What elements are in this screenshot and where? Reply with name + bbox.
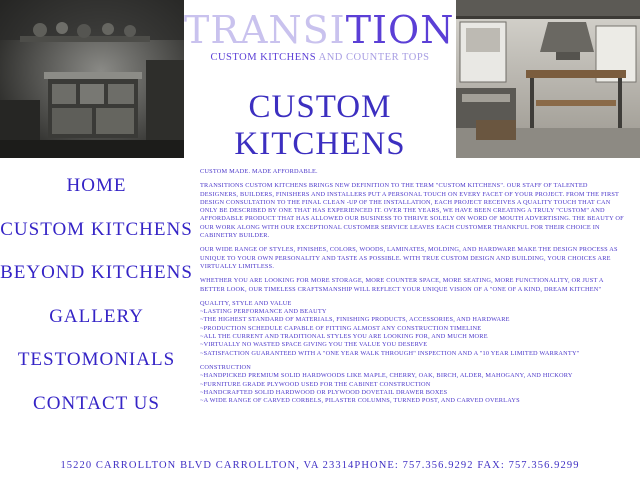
site-logo[interactable]: TRANSITIONS [184, 8, 481, 52]
list-item: ~Handcrafted solid hardwood or plywood d… [200, 388, 448, 396]
footer-contact: 15220 CARROLLTON BLVD CARROLLTON, VA 233… [60, 460, 580, 471]
nav-contact-us[interactable]: CONTACT US [0, 388, 193, 432]
brand-part-1: TRANSI [184, 8, 346, 52]
main-content: Custom Made. Made Affordable. Transition… [200, 168, 624, 411]
nav-testimonials[interactable]: TESTOMONIALS [0, 344, 193, 388]
site-tagline: CUSTOM KITCHENS AND COUNTER TOPS [184, 52, 456, 63]
intro-text: Custom Made. Made Affordable. [200, 168, 318, 175]
paragraph-3: Whether you are looking for more storage… [200, 277, 604, 293]
kitchen-photo-left [0, 0, 184, 158]
list-item: ~Handpicked premium solid hardwoods like… [200, 372, 573, 380]
kitchen-photo-right [456, 0, 640, 158]
list-item: ~Production schedule capable of fitting … [200, 324, 482, 332]
nav-custom-kitchens[interactable]: CUSTOM KITCHENS [0, 214, 193, 258]
nav-gallery[interactable]: GALLERY [0, 301, 193, 345]
main-nav: HOME CUSTOM KITCHENS BEYOND KITCHENS GAL… [0, 170, 193, 431]
list-item: ~All the current and traditional styles … [200, 333, 488, 341]
construction-heading: Construction [200, 363, 252, 371]
page-title: CUSTOM KITCHENS [234, 89, 406, 162]
quality-list: Quality, Style and Value ~Lasting perfor… [200, 300, 624, 358]
list-item: ~A wide range of carved corbels, pilaste… [200, 397, 520, 405]
list-item: ~Furniture grade plywood used for the ca… [200, 380, 431, 388]
construction-list: Construction ~Handpicked premium solid h… [200, 364, 624, 405]
paragraph-1: Transitions Custom Kitchens brings new d… [200, 182, 624, 240]
list-item: ~The highest standard of materials, fini… [200, 316, 510, 324]
list-item: ~Satisfaction guaranteed with a "one yea… [200, 349, 580, 357]
list-item: ~Lasting performance and beauty [200, 308, 327, 316]
quality-heading: Quality, Style and Value [200, 299, 292, 307]
tagline-part-1: CUSTOM KITCHENS [210, 52, 317, 63]
tagline-part-2: AND COUNTER TOPS [316, 52, 430, 63]
nav-home[interactable]: HOME [0, 170, 193, 214]
list-item: ~Virtually no wasted space giving you th… [200, 341, 428, 349]
paragraph-2: Our wide range of styles, finishes, colo… [200, 246, 618, 270]
site-header: TRANSITIONS CUSTOM KITCHENS AND COUNTER … [184, 0, 481, 162]
nav-beyond-kitchens[interactable]: BEYOND KITCHENS [0, 257, 193, 301]
